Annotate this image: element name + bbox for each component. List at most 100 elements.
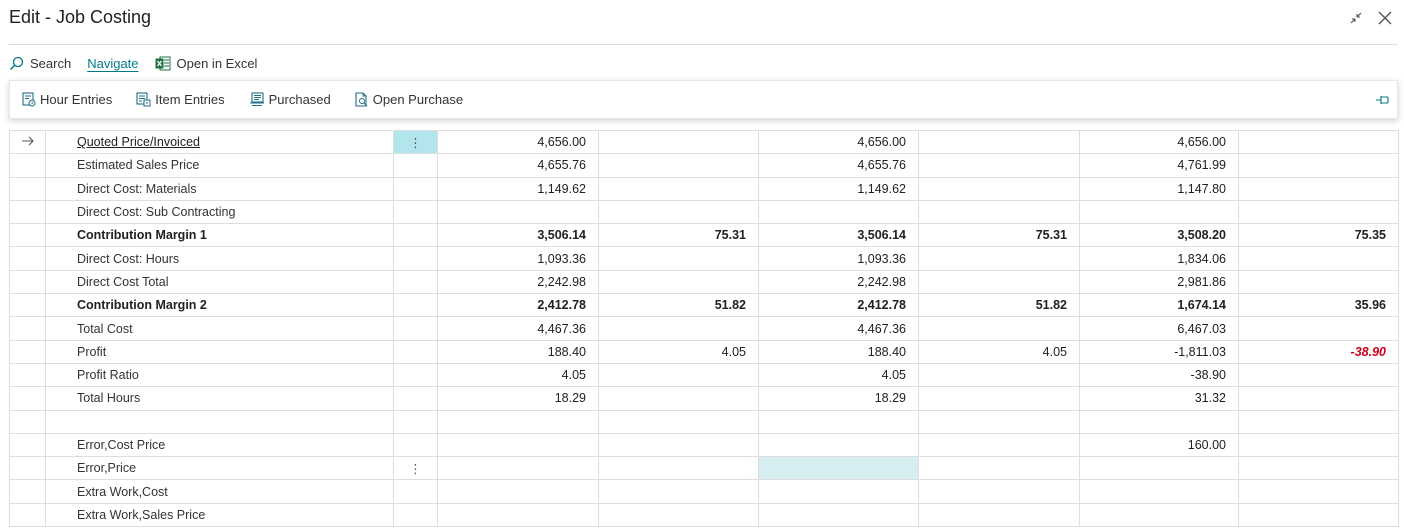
amount-cell[interactable]: 1,093.36 (437, 246, 599, 271)
amount-cell[interactable]: 1,093.36 (758, 246, 919, 271)
ratio-cell[interactable] (598, 362, 759, 388)
ratio-cell[interactable] (598, 409, 759, 434)
amount-cell[interactable]: 4,467.36 (437, 316, 599, 341)
ratio-cell[interactable] (1238, 316, 1399, 341)
item-entries-button[interactable]: Item Entries (136, 92, 225, 107)
row-selector[interactable] (9, 456, 46, 481)
amount-cell[interactable] (1079, 479, 1239, 504)
row-selector[interactable] (9, 316, 46, 341)
more-vertical-icon[interactable] (393, 339, 438, 364)
amount-cell[interactable]: 4.05 (437, 362, 599, 388)
more-vertical-icon[interactable] (393, 246, 438, 271)
amount-cell[interactable]: 1,147.80 (1079, 176, 1239, 201)
amount-cell[interactable]: 18.29 (758, 386, 919, 411)
ratio-cell[interactable] (1238, 199, 1399, 225)
table-row[interactable]: Quoted Price/Invoiced ⋮ 4,656.00 4,656.00 4,… (9, 129, 1399, 155)
close-icon[interactable] (1373, 6, 1397, 30)
row-selector[interactable] (9, 199, 46, 225)
ratio-cell[interactable] (918, 362, 1080, 388)
search-button[interactable]: Search (9, 56, 71, 71)
table-row[interactable]: Direct Cost Total 2,242.98 2,242.98 2,981.8… (9, 269, 1399, 295)
amount-cell[interactable]: 3,506.14 (437, 223, 599, 248)
row-selector[interactable] (9, 269, 46, 295)
table-row[interactable]: Total Hours 18.29 18.29 31.32 (9, 386, 1399, 411)
row-selector[interactable] (9, 502, 46, 528)
ratio-cell[interactable]: 4.05 (598, 339, 759, 364)
row-description-text[interactable]: Quoted Price/Invoiced (77, 135, 200, 149)
amount-cell[interactable]: -1,811.03 (1079, 339, 1239, 364)
amount-cell[interactable] (437, 479, 599, 504)
amount-cell[interactable] (1079, 456, 1239, 481)
arrow-right-icon[interactable] (9, 129, 46, 155)
amount-cell[interactable]: 6,467.03 (1079, 316, 1239, 341)
table-row[interactable]: Error,Cost Price 160.00 (9, 432, 1399, 458)
row-selector[interactable] (9, 223, 46, 248)
row-selector[interactable] (9, 176, 46, 201)
table-row[interactable]: Total Cost 4,467.36 4,467.36 6,467.03 (9, 316, 1399, 341)
ratio-cell[interactable] (1238, 479, 1399, 504)
amount-cell[interactable]: 1,834.06 (1079, 246, 1239, 271)
ratio-cell[interactable]: 75.35 (1238, 223, 1399, 248)
pin-icon[interactable] (1375, 93, 1391, 111)
table-row[interactable]: Direct Cost: Sub Contracting (9, 199, 1399, 225)
row-selector[interactable] (9, 409, 46, 434)
amount-cell[interactable]: -38.90 (1079, 362, 1239, 388)
ratio-cell[interactable]: 4.05 (918, 339, 1080, 364)
amount-cell[interactable]: 4,761.99 (1079, 153, 1239, 178)
table-row[interactable]: Profit Ratio 4.05 4.05 -38.90 (9, 362, 1399, 388)
ratio-cell[interactable] (598, 432, 759, 458)
ratio-cell[interactable] (598, 456, 759, 481)
ratio-cell[interactable] (598, 502, 759, 528)
amount-cell[interactable] (758, 432, 919, 458)
ratio-cell[interactable] (1238, 456, 1399, 481)
amount-cell[interactable]: 4,656.00 (437, 129, 599, 155)
more-vertical-icon[interactable] (393, 432, 438, 458)
ratio-cell[interactable] (598, 316, 759, 341)
row-selector[interactable] (9, 479, 46, 504)
more-vertical-icon[interactable] (393, 293, 438, 318)
ratio-cell[interactable] (918, 176, 1080, 201)
amount-cell[interactable]: 1,149.62 (437, 176, 599, 201)
ratio-cell[interactable] (1238, 269, 1399, 295)
table-row[interactable]: Direct Cost: Hours 1,093.36 1,093.36 1,834.… (9, 246, 1399, 271)
table-row[interactable]: Extra Work,Cost (9, 479, 1399, 504)
amount-cell[interactable]: 31.32 (1079, 386, 1239, 411)
amount-cell[interactable]: 2,412.78 (437, 293, 599, 318)
ratio-cell[interactable]: -38.90 (1238, 339, 1399, 364)
more-vertical-icon[interactable] (393, 479, 438, 504)
ratio-cell[interactable] (598, 153, 759, 178)
ratio-cell[interactable] (918, 432, 1080, 458)
amount-cell[interactable] (758, 456, 919, 481)
ratio-cell[interactable] (1238, 386, 1399, 411)
amount-cell[interactable]: 188.40 (437, 339, 599, 364)
ratio-cell[interactable] (918, 129, 1080, 155)
amount-cell[interactable] (1079, 409, 1239, 434)
amount-cell[interactable]: 18.29 (437, 386, 599, 411)
table-row[interactable]: Contribution Margin 1 3,506.14 75.31 3,506.… (9, 223, 1399, 248)
amount-cell[interactable]: 1,674.14 (1079, 293, 1239, 318)
ratio-cell[interactable] (598, 386, 759, 411)
more-vertical-icon[interactable] (393, 409, 438, 434)
ratio-cell[interactable] (1238, 502, 1399, 528)
open-purchase-button[interactable]: Open Purchase (355, 92, 463, 107)
amount-cell[interactable]: 2,981.86 (1079, 269, 1239, 295)
amount-cell[interactable]: 3,508.20 (1079, 223, 1239, 248)
row-selector[interactable] (9, 386, 46, 411)
ratio-cell[interactable] (598, 199, 759, 225)
ratio-cell[interactable] (918, 269, 1080, 295)
ratio-cell[interactable] (1238, 409, 1399, 434)
more-vertical-icon[interactable] (393, 362, 438, 388)
ratio-cell[interactable] (918, 153, 1080, 178)
table-row[interactable]: Contribution Margin 2 2,412.78 51.82 2,412.… (9, 293, 1399, 318)
ratio-cell[interactable] (1238, 129, 1399, 155)
ratio-cell[interactable] (918, 479, 1080, 504)
table-row[interactable]: Extra Work,Sales Price (9, 502, 1399, 528)
amount-cell[interactable] (758, 479, 919, 504)
ratio-cell[interactable] (598, 129, 759, 155)
amount-cell[interactable]: 4,467.36 (758, 316, 919, 341)
table-row[interactable] (9, 409, 1399, 434)
open-in-excel-button[interactable]: Open in Excel (155, 56, 257, 71)
collapse-icon[interactable] (1344, 6, 1368, 30)
ratio-cell[interactable] (918, 386, 1080, 411)
amount-cell[interactable]: 3,506.14 (758, 223, 919, 248)
